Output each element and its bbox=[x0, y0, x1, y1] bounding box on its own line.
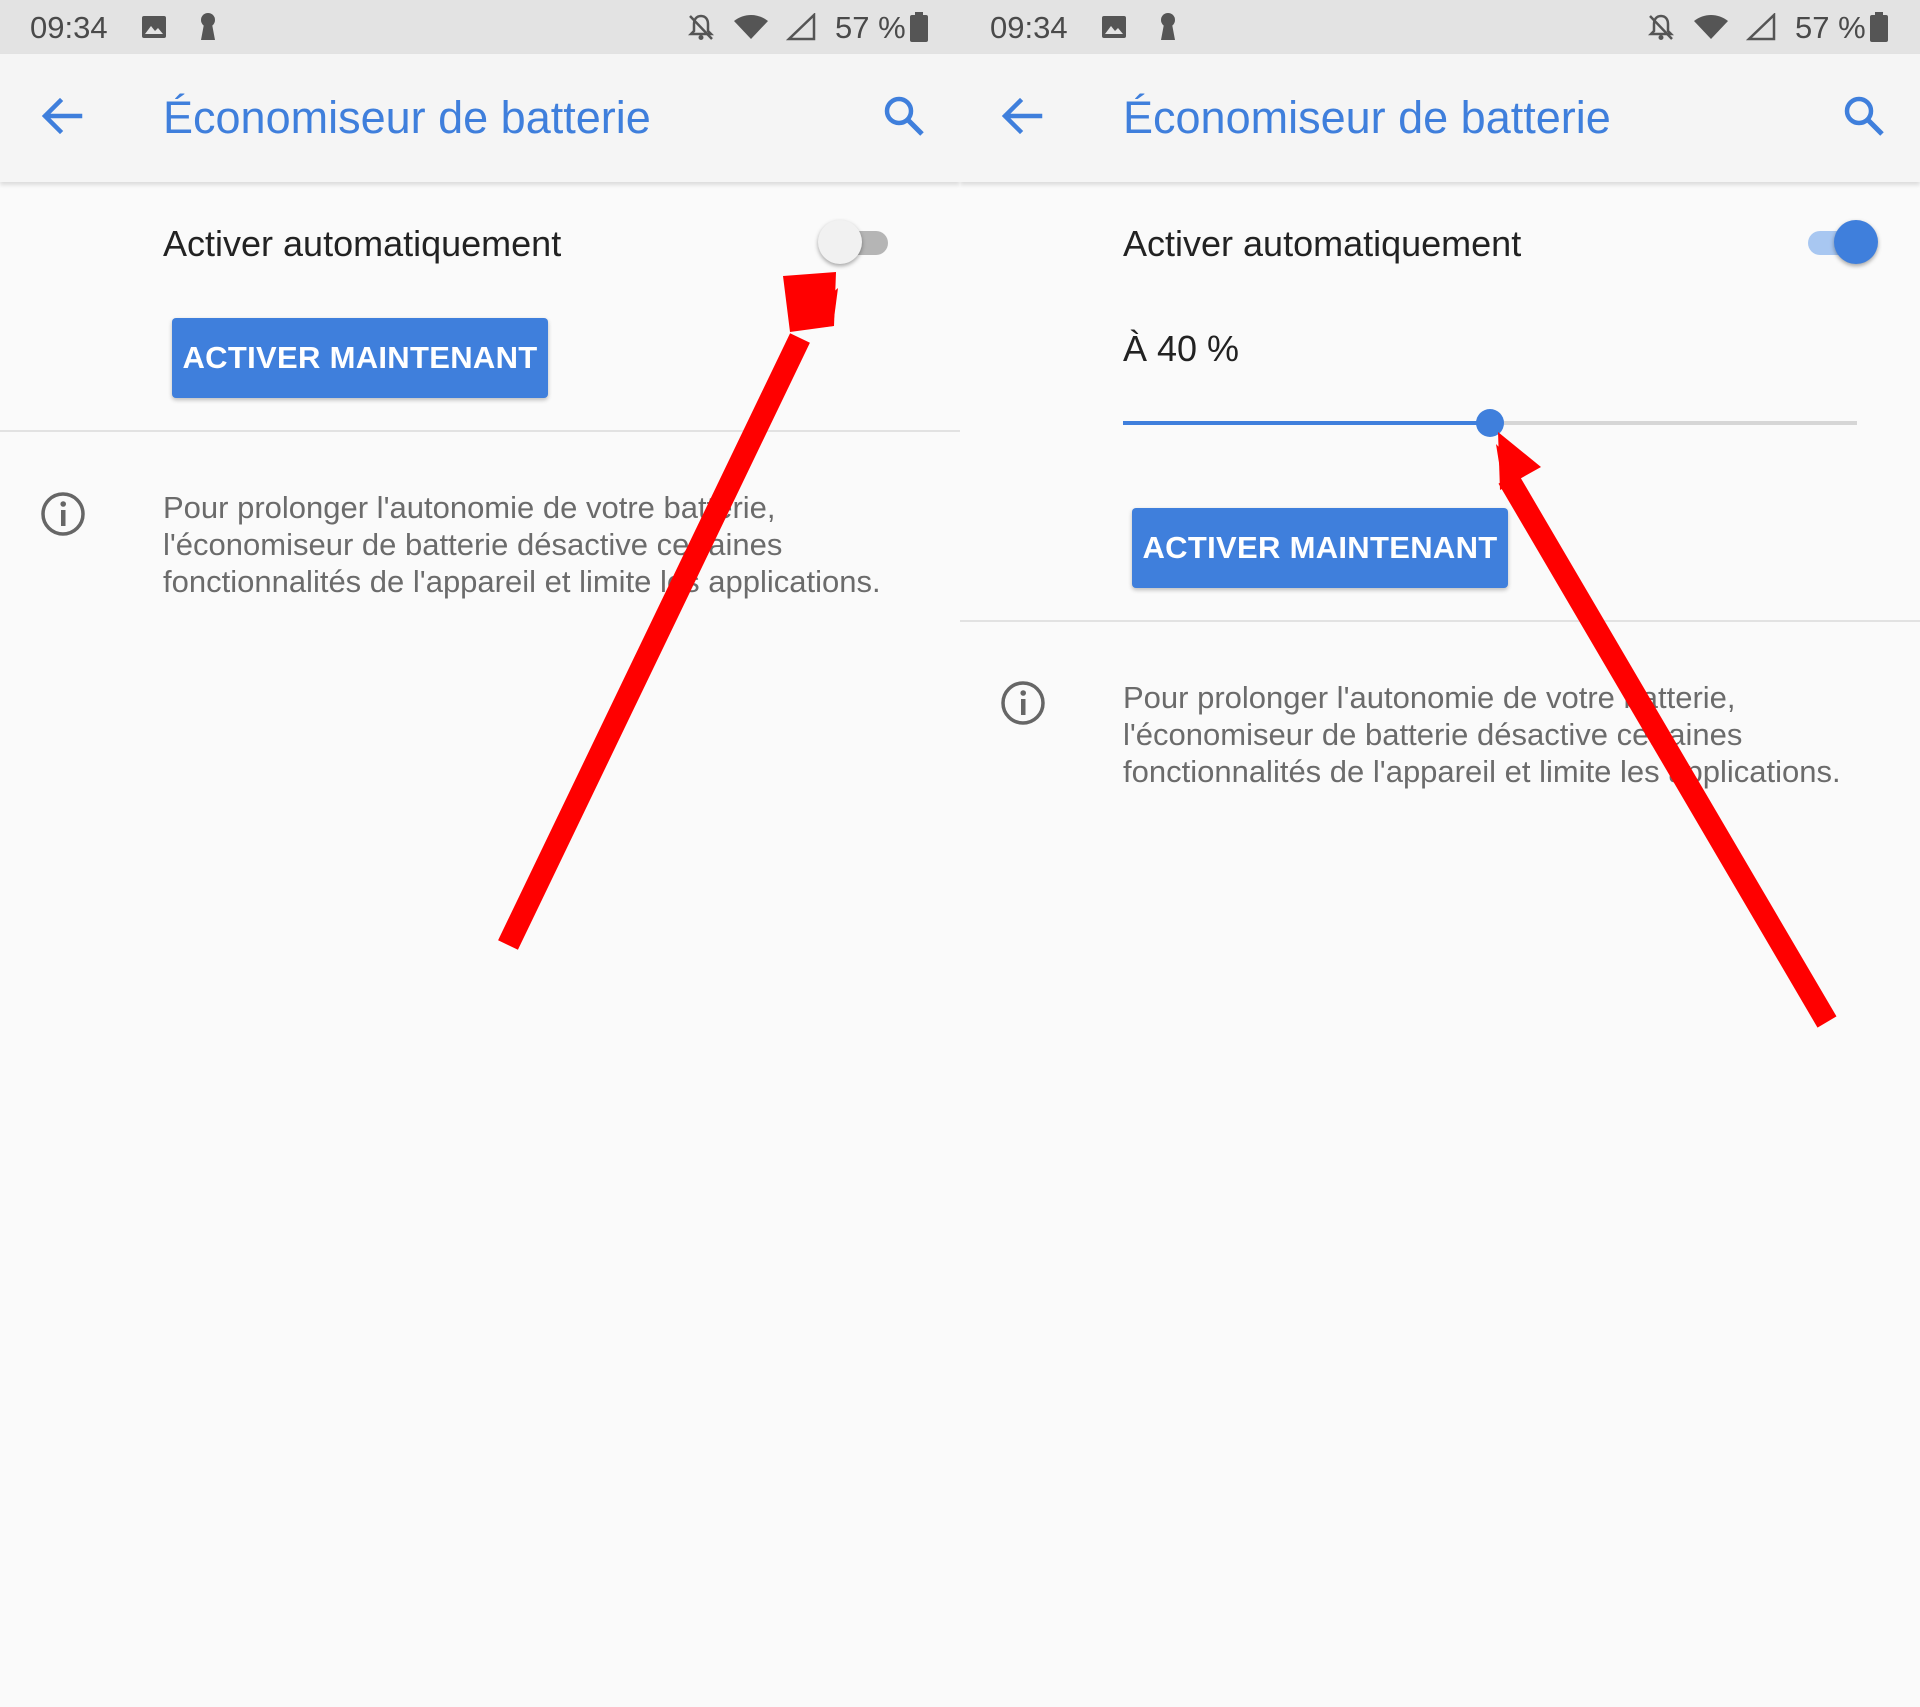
status-time: 09:34 bbox=[30, 10, 108, 45]
keyhole-icon bbox=[201, 13, 215, 40]
page-title: Économiseur de batterie bbox=[1123, 92, 1611, 143]
divider bbox=[0, 430, 960, 432]
app-bar: Économiseur de batterie bbox=[0, 54, 960, 182]
status-time: 09:34 bbox=[990, 10, 1068, 45]
arrow-back-icon[interactable] bbox=[1000, 96, 1044, 136]
app-bar: Économiseur de batterie bbox=[960, 54, 1920, 182]
info-icon bbox=[41, 492, 85, 536]
image-icon bbox=[142, 16, 166, 38]
wifi-icon bbox=[1694, 15, 1728, 39]
auto-enable-label: Activer automatiquement bbox=[1123, 223, 1522, 264]
threshold-slider[interactable] bbox=[1123, 404, 1857, 444]
wifi-icon bbox=[734, 15, 768, 39]
keyhole-icon bbox=[1161, 13, 1175, 40]
search-icon[interactable] bbox=[882, 94, 926, 138]
battery-icon bbox=[910, 12, 928, 42]
switch-thumb bbox=[818, 220, 862, 264]
bell-off-icon bbox=[687, 14, 715, 40]
arrow-back-icon[interactable] bbox=[40, 96, 84, 136]
signal-icon bbox=[1746, 13, 1776, 41]
battery-icon bbox=[1870, 12, 1888, 42]
auto-enable-label: Activer automatiquement bbox=[163, 223, 562, 264]
settings-screen-left: 09:34 57 % Économiseur de batterie Activ… bbox=[0, 0, 960, 1707]
slider-thumb[interactable] bbox=[1476, 409, 1504, 437]
enable-now-button[interactable]: ACTIVER MAINTENANT bbox=[172, 318, 548, 398]
auto-enable-switch[interactable] bbox=[1798, 218, 1878, 266]
info-text: Pour prolonger l'autonomie de votre batt… bbox=[1123, 680, 1841, 789]
page-title: Économiseur de batterie bbox=[163, 92, 651, 143]
settings-screen-right: 09:34 57 % Économiseur de batterie Activ… bbox=[960, 0, 1920, 1707]
info-text: Pour prolonger l'autonomie de votre batt… bbox=[163, 490, 881, 599]
image-icon bbox=[1102, 16, 1126, 38]
search-icon[interactable] bbox=[1842, 94, 1886, 138]
switch-thumb bbox=[1834, 220, 1878, 264]
bell-off-icon bbox=[1647, 14, 1675, 40]
divider bbox=[960, 620, 1920, 622]
battery-percent: 57 % bbox=[1795, 10, 1866, 45]
battery-percent: 57 % bbox=[835, 10, 906, 45]
enable-now-button[interactable]: ACTIVER MAINTENANT bbox=[1132, 508, 1508, 588]
status-bar: 09:34 57 % bbox=[960, 0, 1920, 54]
auto-enable-switch[interactable] bbox=[818, 218, 898, 266]
info-icon bbox=[1001, 681, 1045, 725]
threshold-label: À 40 % bbox=[1123, 328, 1240, 369]
status-bar: 09:34 57 % bbox=[0, 0, 960, 54]
slider-fill bbox=[1123, 421, 1490, 425]
signal-icon bbox=[786, 13, 816, 41]
